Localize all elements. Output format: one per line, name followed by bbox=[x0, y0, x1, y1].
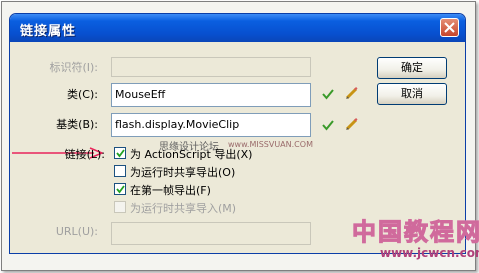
brand-watermark: 中国教程网 bbox=[352, 212, 479, 247]
export-first-frame-label[interactable]: 在第一帧导出(F) bbox=[130, 182, 211, 198]
export-actionscript-label[interactable]: 为 ActionScript 导出(X) bbox=[130, 146, 252, 162]
identifier-field bbox=[111, 57, 311, 77]
checkmark-icon bbox=[116, 185, 125, 194]
class-field[interactable]: MouseEff bbox=[111, 83, 311, 107]
export-runtime-sharing-label[interactable]: 为运行时共享导出(O) bbox=[130, 164, 235, 180]
identifier-label: 标识符(I): bbox=[49, 61, 98, 74]
export-actionscript-checkbox[interactable] bbox=[114, 147, 126, 159]
import-runtime-sharing-checkbox bbox=[114, 201, 126, 213]
brand-url-watermark: www.jcwcn.com bbox=[380, 246, 479, 260]
check-icon[interactable] bbox=[322, 119, 334, 131]
ok-button[interactable]: 确定 bbox=[377, 57, 447, 79]
check-icon[interactable] bbox=[322, 88, 334, 100]
dialog-title: 链接属性 bbox=[20, 24, 77, 39]
import-runtime-sharing-label: 为运行时共享导入(M) bbox=[130, 202, 237, 215]
export-runtime-sharing-checkbox[interactable] bbox=[114, 165, 126, 177]
close-icon bbox=[444, 22, 455, 33]
cancel-button[interactable]: 取消 bbox=[377, 83, 447, 105]
url-label: URL(U): bbox=[55, 225, 98, 238]
base-class-field[interactable]: flash.display.MovieClip bbox=[111, 113, 311, 137]
close-button[interactable] bbox=[440, 18, 459, 37]
title-bar[interactable]: 链接属性 bbox=[10, 14, 465, 42]
linkage-label: 链接(L): bbox=[64, 148, 105, 161]
url-field bbox=[111, 222, 311, 245]
export-first-frame-checkbox[interactable] bbox=[114, 183, 126, 195]
pencil-icon[interactable] bbox=[344, 86, 358, 100]
base-class-label: 基类(B): bbox=[56, 118, 98, 131]
pencil-icon[interactable] bbox=[344, 117, 358, 131]
class-label: 类(C): bbox=[67, 88, 98, 101]
checkmark-icon bbox=[116, 149, 125, 158]
